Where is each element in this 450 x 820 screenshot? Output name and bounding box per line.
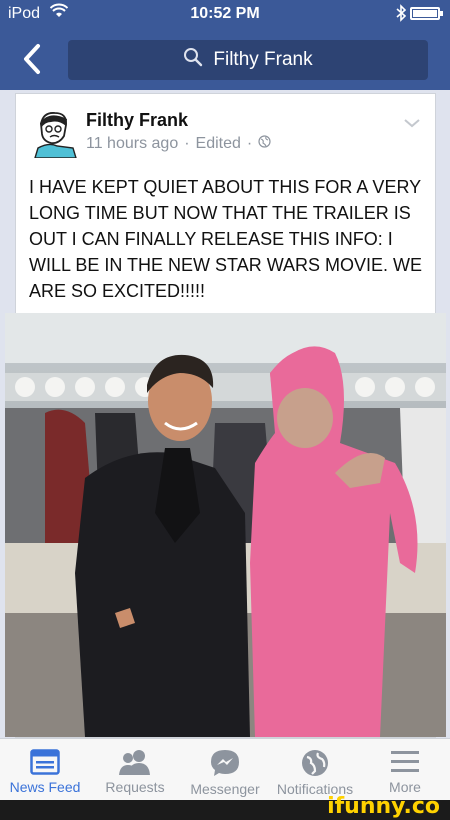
post-age[interactable]: 11 hours ago (86, 135, 178, 153)
post-photo[interactable] (5, 313, 446, 737)
meta-separator: · (184, 135, 190, 152)
meta-separator: · (246, 135, 253, 152)
globe-icon (258, 135, 271, 153)
watermark-bar: ifunny.co (0, 794, 450, 820)
post-options-chevron-icon[interactable] (403, 116, 421, 128)
tab-label: News Feed (9, 779, 81, 795)
menu-icon (391, 751, 419, 772)
bluetooth-icon (396, 4, 407, 27)
edited-label[interactable]: Edited (196, 135, 241, 153)
battery-icon (410, 7, 443, 20)
ifunny-watermark: ifunny.co (327, 794, 440, 819)
top-bar: iPod 10:52 PM Filthy Frank (0, 0, 450, 90)
avatar[interactable] (29, 110, 79, 159)
search-text: Filthy Frank (213, 49, 313, 70)
search-field[interactable]: Filthy Frank (68, 40, 428, 80)
tab-requests[interactable]: Requests (90, 739, 180, 801)
friends-icon (119, 750, 150, 775)
search-icon (183, 47, 203, 73)
tab-label: More (389, 779, 421, 795)
globe-icon (302, 750, 328, 776)
post-text: I HAVE KEPT QUIET ABOUT THIS FOR A VERY … (29, 177, 423, 301)
tab-bar: News Feed Requests Messenger Notificatio… (0, 738, 450, 800)
tab-label: Messenger (190, 781, 260, 797)
status-bar: iPod 10:52 PM (0, 0, 450, 28)
tab-messenger[interactable]: Messenger (180, 739, 270, 801)
clock: 10:52 PM (190, 5, 260, 22)
tab-news-feed[interactable]: News Feed (0, 739, 90, 801)
messenger-icon (211, 750, 239, 776)
tab-notifications[interactable]: Notifications (270, 739, 360, 801)
back-button[interactable] (18, 40, 46, 78)
post-author[interactable]: Filthy Frank (86, 110, 188, 131)
news-feed-icon (30, 749, 60, 775)
post-card: Filthy Frank 11 hours ago · Edited · I H… (5, 93, 446, 738)
tab-more[interactable]: More (360, 739, 450, 801)
tab-label: Requests (105, 779, 165, 795)
post-meta: 11 hours ago · Edited · (86, 135, 271, 153)
